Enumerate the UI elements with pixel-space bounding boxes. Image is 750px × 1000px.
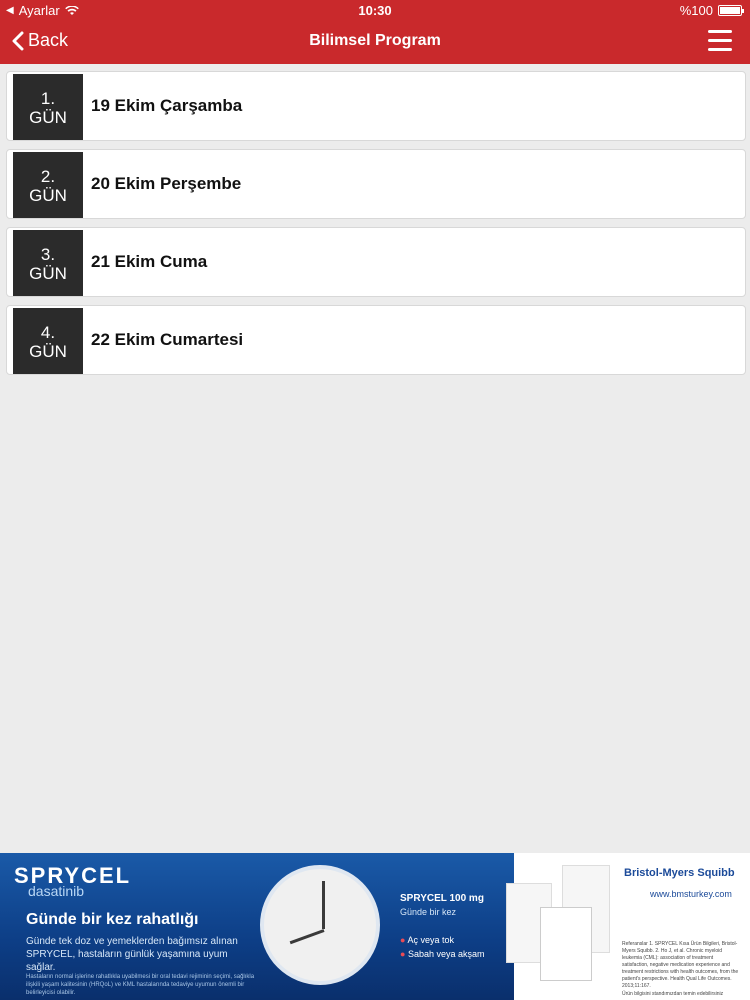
day-word: GÜN — [29, 342, 67, 361]
day-word: GÜN — [29, 264, 67, 283]
day-number: 4. — [40, 323, 56, 342]
day-word: GÜN — [29, 186, 67, 205]
product-boxes-image — [506, 863, 618, 983]
ad-footnote: Hastaların normal işlerine rahatlıkla uy… — [26, 974, 255, 996]
battery-percent: %100 — [679, 3, 713, 18]
day-label: 19 Ekim Çarşamba — [91, 96, 243, 115]
clock-pill-image — [260, 865, 380, 985]
day-row-1[interactable]: 1. GÜN 19 Ekim Çarşamba — [6, 71, 746, 141]
day-label: 22 Ekim Cumartesi — [91, 330, 244, 349]
ad-brand-sub: dasatinib — [28, 883, 85, 899]
day-badge: 4. GÜN — [13, 308, 83, 374]
company-logo: Bristol-Myers Squibb — [624, 867, 735, 879]
day-row-2[interactable]: 2. GÜN 20 Ekim Perşembe — [6, 149, 746, 219]
ad-bullet-2: Sabah veya akşam — [407, 949, 485, 959]
day-row-4[interactable]: 4. GÜN 22 Ekim Cumartesi — [6, 305, 746, 375]
nav-bar: Back Bilimsel Program — [0, 20, 750, 64]
ad-references: Referanslar 1. SPRYCEL Kısa Ürün Bilgile… — [622, 941, 739, 989]
ad-bullets: ● Aç veya tok ● Sabah veya akşam — [400, 935, 485, 959]
ad-subline: Günde tek doz ve yemeklerden bağımsız al… — [26, 936, 238, 973]
day-number: 2. — [40, 167, 56, 186]
ad-headline: Günde bir kez rahatlığı — [26, 911, 199, 928]
status-bar: ◀ Ayarlar 10:30 %100 — [0, 0, 750, 20]
day-badge: 1. GÜN — [13, 74, 83, 140]
status-right: %100 — [679, 3, 744, 18]
page-title: Bilimsel Program — [309, 32, 441, 49]
ad-bullet-1: Aç veya tok — [407, 935, 454, 945]
ad-banner[interactable]: SPRYCEL dasatinib Günde bir kez rahatlığ… — [0, 853, 750, 1000]
day-row-3[interactable]: 3. GÜN 21 Ekim Cuma — [6, 227, 746, 297]
day-list: 1. GÜN 19 Ekim Çarşamba 2. GÜN 20 Ekim P… — [6, 71, 746, 383]
day-number: 3. — [40, 245, 56, 264]
day-badge: 2. GÜN — [13, 152, 83, 218]
day-word: GÜN — [29, 108, 67, 127]
status-time: 10:30 — [358, 3, 392, 18]
day-badge: 3. GÜN — [13, 230, 83, 296]
ad-product-sub: Günde bir kez — [400, 907, 457, 917]
day-label: 21 Ekim Cuma — [91, 252, 208, 271]
hamburger-menu-icon[interactable] — [708, 30, 732, 52]
day-label: 20 Ekim Perşembe — [91, 174, 242, 193]
day-number: 1. — [40, 89, 56, 108]
company-url: www.bmsturkey.com — [650, 889, 732, 899]
battery-icon — [718, 5, 744, 16]
ad-product-name: SPRYCEL 100 mg — [400, 893, 484, 904]
ad-references-bottom: Ürün bilgisini standımızdan temin edebil… — [622, 991, 724, 997]
